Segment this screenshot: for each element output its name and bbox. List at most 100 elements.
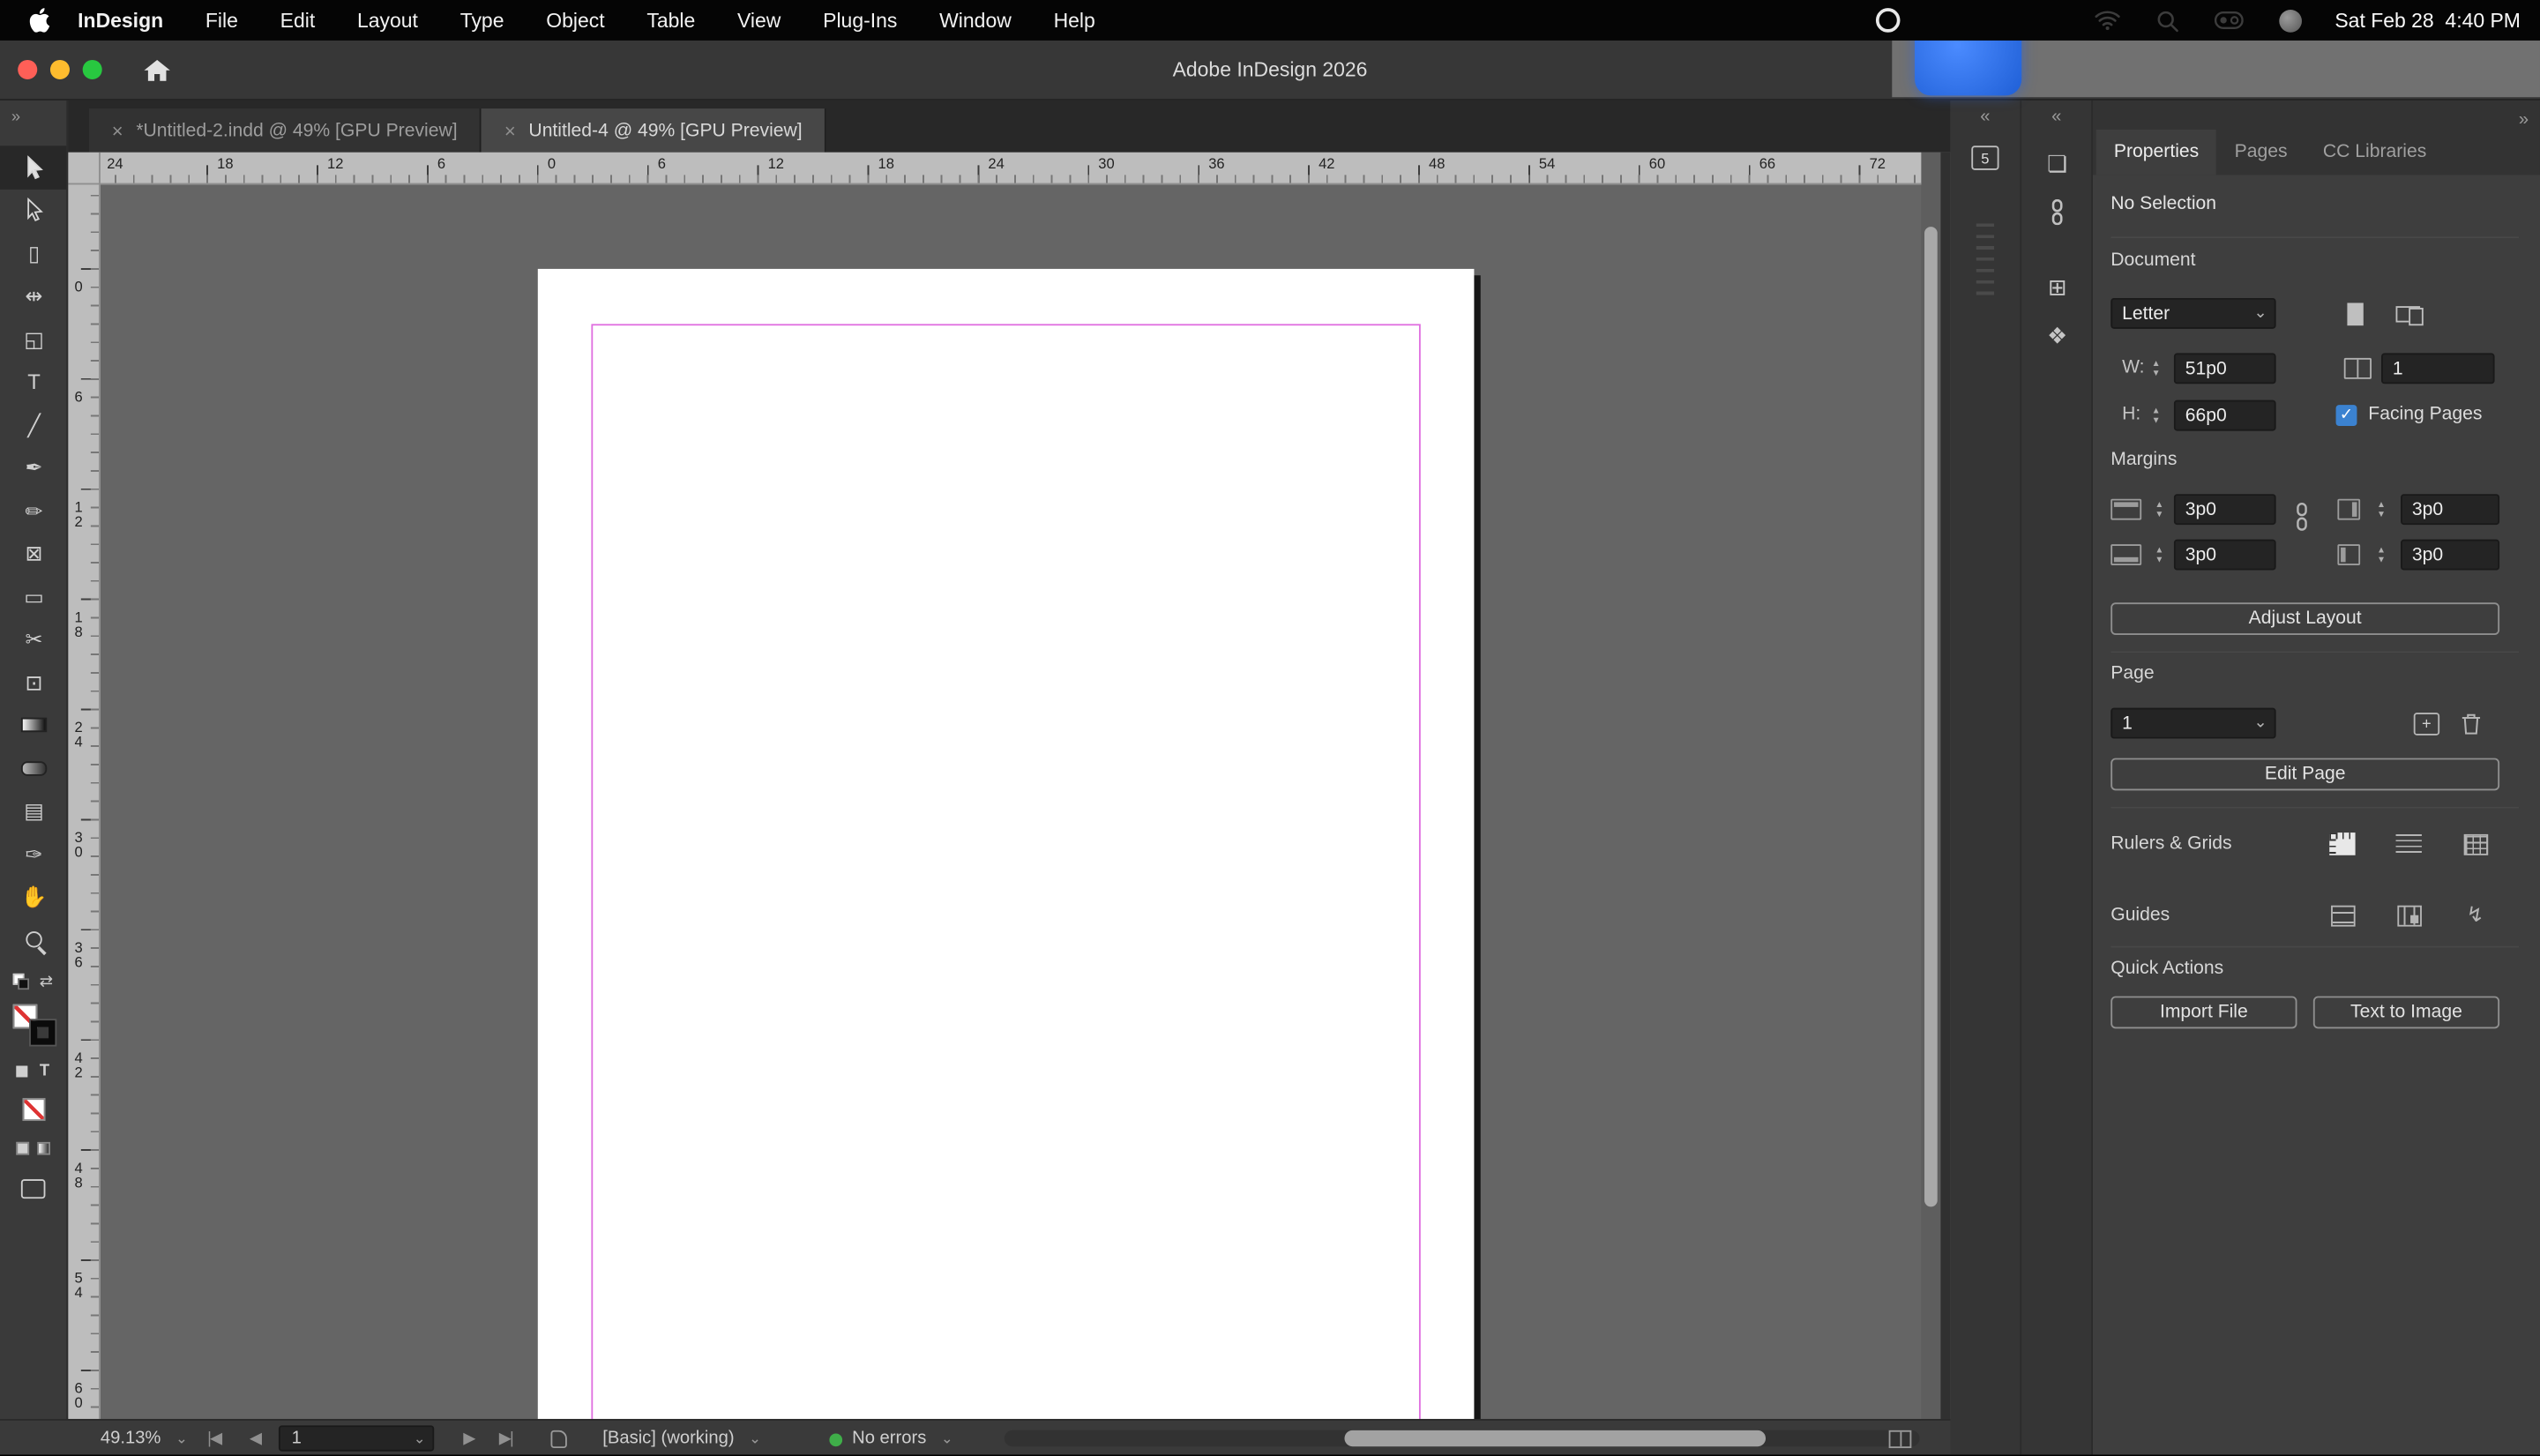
document-tab[interactable]: × *Untitled-2.indd @ 49% [GPU Preview]	[89, 108, 482, 153]
tab-close-icon[interactable]: ×	[504, 119, 516, 142]
menu-item-help[interactable]: Help	[1054, 9, 1095, 32]
tab-properties[interactable]: Properties	[2096, 129, 2217, 175]
page-tool[interactable]: ▯	[0, 232, 66, 275]
swap-fill-stroke-icon[interactable]: ⇄	[40, 973, 53, 990]
rectangle-tool[interactable]: ▭	[0, 575, 66, 618]
left-margin-field[interactable]: 3p0	[2401, 539, 2500, 571]
adjust-layout-button[interactable]: Adjust Layout	[2110, 602, 2500, 635]
menu-item-type[interactable]: Type	[460, 9, 504, 32]
gap-tool[interactable]: ⇹	[0, 274, 66, 317]
column-guides-button[interactable]	[2389, 899, 2428, 931]
document-grid-button[interactable]	[2455, 828, 2494, 861]
bottom-margin-field[interactable]: 3p0	[2173, 539, 2276, 571]
apply-none-button[interactable]	[21, 1097, 45, 1121]
smart-guides-button[interactable]: ↯	[2455, 899, 2494, 931]
hand-tool[interactable]: ✋	[0, 876, 66, 919]
stroke-swatch[interactable]	[29, 1019, 55, 1044]
type-tool[interactable]: T	[0, 361, 66, 404]
apple-menu-icon[interactable]	[29, 8, 50, 33]
formatting-affects-text-icon[interactable]: T	[40, 1062, 49, 1079]
menu-item-file[interactable]: File	[205, 9, 238, 32]
menu-item-object[interactable]: Object	[546, 9, 604, 32]
horizontal-scrollbar-thumb[interactable]	[1344, 1430, 1767, 1447]
horizontal-scrollbar[interactable]	[1004, 1430, 1920, 1447]
tab-cc-libraries[interactable]: CC Libraries	[2305, 130, 2445, 175]
page-size-dropdown[interactable]: Letter ⌄	[2110, 297, 2276, 329]
tools-panel-collapse-icon[interactable]: »	[0, 101, 66, 126]
right-margin-stepper[interactable]: ▲ ▼	[2372, 494, 2391, 525]
wifi-icon[interactable]	[2096, 10, 2121, 31]
menu-item-window[interactable]: Window	[939, 9, 1012, 32]
menu-item-view[interactable]: View	[737, 9, 781, 32]
minimize-button[interactable]	[49, 59, 70, 79]
vertical-scrollbar[interactable]	[1921, 152, 1941, 1419]
page-select-dropdown[interactable]: 1 ⌄	[2110, 707, 2276, 739]
swatches-panel-icon[interactable]: ⊞	[2021, 265, 2093, 308]
height-field[interactable]: 66p0	[2173, 399, 2276, 431]
close-button[interactable]	[18, 59, 38, 79]
screen-mode-button[interactable]	[20, 1178, 46, 1198]
import-file-button[interactable]: Import File	[2110, 996, 2297, 1029]
vertical-ruler[interactable]: 0 6 1 2 1 8 2 4 3 0 3 6 4 2 4 8 5 4 6 0	[68, 184, 101, 1419]
preflight-profile-menu[interactable]: [Basic] (working) ⌄	[602, 1421, 761, 1456]
line-tool[interactable]: ╱	[0, 403, 66, 446]
siri-icon[interactable]	[2279, 9, 2303, 32]
tab-close-icon[interactable]: ×	[112, 119, 123, 142]
width-field[interactable]: 51p0	[2173, 353, 2276, 385]
app-menu-name[interactable]: InDesign	[78, 9, 163, 32]
first-page-button[interactable]: |◀	[207, 1421, 222, 1456]
pasteboard[interactable]	[100, 184, 1922, 1419]
menu-item-layout[interactable]: Layout	[357, 9, 418, 32]
facing-pages-checkbox[interactable]: ✓	[2335, 405, 2357, 427]
gradient-swatch-tool[interactable]	[0, 704, 66, 747]
creative-cloud-icon[interactable]	[1876, 8, 1901, 33]
zoom-level-control[interactable]: 49.13% ⌄	[101, 1421, 188, 1456]
content-collector-tool[interactable]: ◱	[0, 317, 66, 361]
zoom-tool[interactable]	[0, 918, 66, 961]
landscape-orientation-button[interactable]	[2387, 298, 2426, 331]
vertical-scrollbar-thumb[interactable]	[1924, 227, 1938, 1207]
page-number-field[interactable]: 1 ⌄	[278, 1425, 435, 1452]
portrait-orientation-button[interactable]	[2336, 298, 2375, 331]
ruler-origin-box[interactable]	[68, 152, 101, 185]
eyedropper-tool[interactable]: ✑	[0, 833, 66, 876]
menu-bar-clock[interactable]: Sat Feb 28 4:40 PM	[2335, 9, 2521, 32]
expand-panels-icon[interactable]: «	[1950, 101, 2020, 133]
delete-page-button[interactable]	[2461, 713, 2482, 735]
links-panel-icon[interactable]	[2021, 191, 2093, 234]
default-fill-stroke-icon[interactable]	[13, 973, 30, 990]
note-tool[interactable]: ▤	[0, 789, 66, 833]
frame-tool[interactable]: ⊠	[0, 532, 66, 575]
collapse-dock-icon[interactable]: »	[2519, 110, 2529, 130]
top-margin-stepper[interactable]: ▲ ▼	[2149, 494, 2169, 525]
width-stepper[interactable]: ▲ ▼	[2147, 353, 2166, 384]
document-tab[interactable]: × Untitled-4 @ 49% [GPU Preview]	[482, 108, 827, 153]
pen-tool[interactable]: ✒	[0, 446, 66, 489]
text-to-image-button[interactable]: Text to Image	[2312, 996, 2500, 1029]
gradient-feather-tool[interactable]	[0, 747, 66, 790]
layers-panel-icon[interactable]: ❏	[2021, 143, 2093, 185]
top-margin-field[interactable]: 3p0	[2173, 494, 2276, 526]
home-icon[interactable]	[144, 59, 170, 80]
margin-guides-button[interactable]	[2323, 899, 2362, 931]
menu-item-table[interactable]: Table	[646, 9, 695, 32]
expand-panels-icon[interactable]: «	[2021, 101, 2091, 133]
search-icon[interactable]	[2156, 9, 2179, 32]
bottom-margin-stepper[interactable]: ▲ ▼	[2149, 540, 2169, 571]
direct-selection-tool[interactable]	[0, 189, 66, 232]
menu-item-plug-ins[interactable]: Plug-Ins	[823, 9, 897, 32]
scissors-tool[interactable]: ✂	[0, 618, 66, 661]
horizontal-ruler[interactable]: 24 18 12 6 0 6 12 18 24 30 36 42 48 54 60 66 72	[100, 152, 1922, 185]
preflight-status-menu[interactable]: No errors ⌄	[852, 1421, 953, 1456]
apply-gradient-button[interactable]	[37, 1140, 50, 1154]
right-margin-field[interactable]: 3p0	[2401, 494, 2500, 526]
pages-panel-icon[interactable]: 5	[1971, 146, 1999, 170]
left-margin-stepper[interactable]: ▲ ▼	[2372, 540, 2391, 571]
pages-count-field[interactable]: 1	[2380, 353, 2495, 385]
last-page-button[interactable]: ▶|	[499, 1421, 514, 1456]
selection-tool[interactable]	[0, 146, 67, 189]
formatting-affects-container-icon[interactable]	[17, 1064, 29, 1077]
document-page[interactable]	[537, 268, 1475, 1419]
control-center-icon[interactable]	[2215, 11, 2245, 29]
height-stepper[interactable]: ▲ ▼	[2147, 400, 2166, 431]
